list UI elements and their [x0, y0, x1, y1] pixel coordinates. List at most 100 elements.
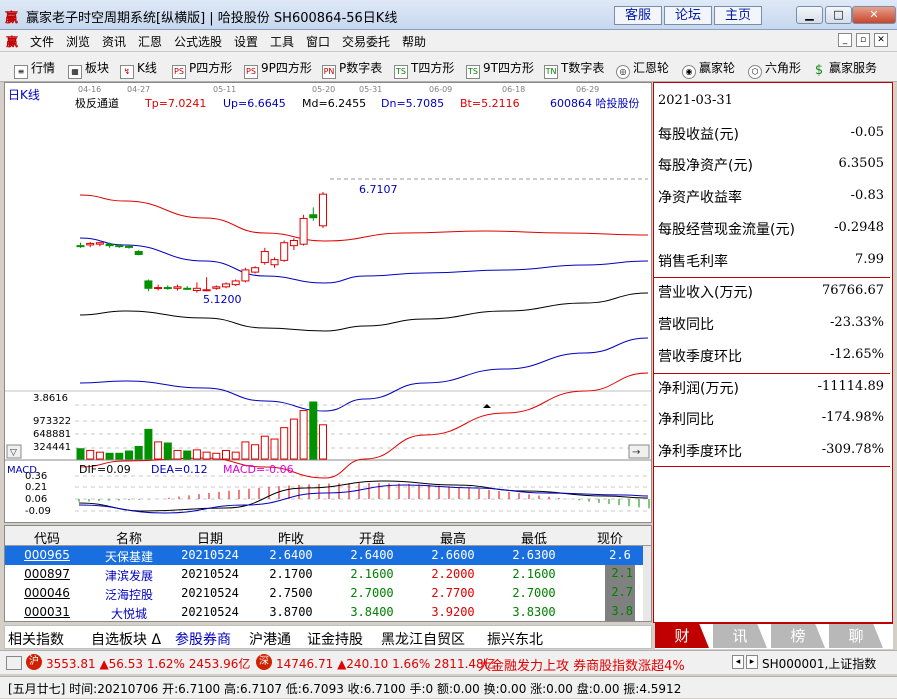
macd-axis-label: 0.06 — [25, 494, 47, 505]
sector-tab-3[interactable]: 沪港通 — [249, 629, 291, 649]
tool-quote-label: 行情 — [31, 61, 56, 75]
table-cell-high: 2.6600 — [431, 548, 475, 562]
sector-tab-2[interactable]: 参股券商 — [175, 629, 231, 649]
finance-key: 净利润(万元) — [658, 381, 739, 397]
status-grid-icon[interactable] — [6, 656, 22, 670]
sector-icon: ▦ — [68, 65, 82, 79]
tool-sector-label: 板块 — [85, 61, 110, 75]
index-status-bar: 沪 3553.81 ▲56.53 1.62% 2453.96亿 深 14746.… — [0, 650, 897, 674]
tool-t-square[interactable]: TS T四方形 — [394, 59, 454, 79]
child-restore-icon[interactable]: ▫ — [856, 33, 870, 47]
finance-key: 2021-03-31 — [658, 93, 733, 108]
table-row[interactable]: 000897 津滨发展 20210524 2.1700 2.1600 2.2000 2.16… — [5, 565, 645, 584]
finance-row: 净利润(万元) -11114.89 — [654, 373, 890, 404]
menu-settings[interactable]: 设置 — [234, 33, 258, 50]
sh-index-value[interactable]: 3553.81 ▲56.53 1.62% 2453.96亿 — [46, 655, 250, 672]
hexagon-icon: ⬡ — [748, 65, 762, 79]
menu-file[interactable]: 文件 — [30, 33, 54, 50]
tool-p-square[interactable]: PS P四方形 — [172, 59, 232, 79]
table-cell-date: 20210524 — [181, 586, 239, 600]
close-icon[interactable]: ✕ — [852, 6, 896, 24]
volume-bar — [95, 451, 104, 460]
sector-tab-5[interactable]: 黑龙江自贸区 — [381, 629, 465, 649]
right-tab-1[interactable]: 讯 — [713, 624, 767, 648]
table-cell-code: 000965 — [24, 548, 70, 562]
tp-value: Tp=7.0241 — [144, 97, 206, 110]
sector-tab-6[interactable]: 振兴东北 — [487, 629, 543, 649]
home-button[interactable]: 主页 — [714, 6, 762, 25]
minimize-icon[interactable]: ▁ — [796, 6, 823, 24]
table-header-cell[interactable]: 昨收 — [251, 528, 331, 547]
table-header-cell[interactable]: 最高 — [413, 528, 493, 547]
candle-body — [280, 242, 289, 261]
table-header-cell[interactable]: 最低 — [495, 528, 573, 547]
collapse-vol-glyph: ▽ — [10, 448, 17, 458]
table-cell-prev: 2.7500 — [269, 586, 313, 600]
dollar-icon: $ — [814, 63, 824, 78]
menu-formula[interactable]: 公式选股 — [174, 33, 222, 50]
candle-body — [86, 242, 95, 246]
menu-browse[interactable]: 浏览 — [66, 33, 90, 50]
menu-help[interactable]: 帮助 — [402, 33, 426, 50]
finance-key: 销售毛利率 — [658, 254, 728, 270]
tool-9p-square[interactable]: PS 9P四方形 — [244, 59, 312, 79]
finance-divider — [654, 277, 890, 278]
tool-p-table[interactable]: PN P数字表 — [322, 59, 382, 79]
child-minimize-icon[interactable]: _ — [838, 33, 852, 47]
finance-divider — [654, 466, 890, 467]
maximize-icon[interactable]: □ — [825, 6, 852, 24]
table-header-cell[interactable]: 现价 — [575, 528, 645, 547]
tool-9t-square[interactable]: TS 9T四方形 — [466, 59, 534, 79]
sz-index-value[interactable]: 14746.71 ▲240.10 1.66% 2811.48亿 — [276, 655, 496, 672]
kline-chart-panel[interactable]: 日K线 04-16 04-27 05-11 05-20 05-31 06-09 06-18 06… — [4, 82, 652, 523]
tool-p-square-label: P四方形 — [189, 61, 233, 75]
tool-hexagon[interactable]: ⬡ 六角形 — [748, 59, 801, 79]
bt-value: Bt=5.2116 — [460, 97, 520, 110]
tool-kline[interactable]: ↯ K线 — [120, 59, 157, 79]
table-scrollbar[interactable] — [643, 546, 651, 621]
table-cell-date: 20210524 — [181, 548, 239, 562]
news-ticker[interactable]: 大金融发力上攻 券商股指数涨超4% — [478, 655, 685, 674]
menu-info[interactable]: 资讯 — [102, 33, 126, 50]
table-header: 代码 名称 日期 昨收 开盘 最高 最低 现价 — [5, 526, 651, 547]
sector-tab-0[interactable]: 相关指数 — [8, 629, 64, 649]
tool-sector[interactable]: ▦ 板块 — [68, 59, 109, 79]
right-tab-3[interactable]: 聊 — [829, 624, 883, 648]
table-header-cell[interactable]: 开盘 — [333, 528, 411, 547]
table-header-cell[interactable]: 名称 — [89, 528, 169, 547]
tool-quote[interactable]: ≡ 行情 — [14, 59, 55, 79]
child-close-icon[interactable]: ✕ — [874, 33, 888, 47]
table-header-cell[interactable]: 日期 — [171, 528, 249, 547]
menu-tools[interactable]: 工具 — [270, 33, 294, 50]
tool-t-table[interactable]: TN T数字表 — [544, 59, 604, 79]
table-row[interactable]: 000031 大悦城 20210524 3.8700 3.8400 3.9200 3.830… — [5, 603, 645, 621]
finance-divider — [654, 373, 890, 374]
volume-bar — [173, 449, 182, 460]
menu-huien[interactable]: 汇恩 — [138, 33, 162, 50]
menu-trade[interactable]: 交易委托 — [342, 33, 390, 50]
finance-panel: 2021-03-31 每股收益(元) -0.05 每股净资产(元) 6.3505 净资产收… — [653, 82, 893, 623]
ticker-left-icon[interactable]: ◂ — [732, 655, 744, 669]
sector-tab-4[interactable]: 证金持股 — [307, 629, 363, 649]
kline-chart[interactable]: 日K线 04-16 04-27 05-11 05-20 05-31 06-09 06-18 06… — [5, 83, 651, 522]
tool-huien-wheel[interactable]: ◎ 汇恩轮 — [616, 59, 669, 79]
table-row[interactable]: 000046 泛海控股 20210524 2.7500 2.7000 2.7700 2.70… — [5, 584, 645, 603]
right-tab-2[interactable]: 榜 — [771, 624, 825, 648]
ticker-right-icon[interactable]: ▸ — [746, 655, 758, 669]
forum-button[interactable]: 论坛 — [664, 6, 712, 25]
finance-key: 每股经营现金流量(元) — [658, 222, 795, 238]
service-button[interactable]: 客服 — [614, 6, 662, 25]
menu-window[interactable]: 窗口 — [306, 33, 330, 50]
title-bar: 赢 赢家老子时空周期系统[纵横版] | 哈投股份 SH600864-56日K线 … — [0, 0, 897, 30]
table-row[interactable]: 000965 天保基建 20210524 2.6400 2.6400 2.6600 2.63… — [5, 546, 645, 565]
sector-tab-1[interactable]: 自选板块 Δ — [91, 629, 161, 649]
finance-row: 每股收益(元) -0.05 — [654, 119, 890, 150]
scroll-right-glyph: → — [632, 447, 640, 458]
table-cell-open: 2.6400 — [350, 548, 394, 562]
tool-winner-wheel[interactable]: ◉ 赢家轮 — [682, 59, 735, 79]
candle-body — [202, 289, 211, 292]
right-tab-0[interactable]: 财 — [655, 624, 709, 648]
table-header-cell[interactable]: 代码 — [7, 528, 87, 547]
tool-service[interactable]: $ 赢家服务 — [812, 59, 877, 79]
table-cell-prev: 3.8700 — [269, 605, 313, 619]
